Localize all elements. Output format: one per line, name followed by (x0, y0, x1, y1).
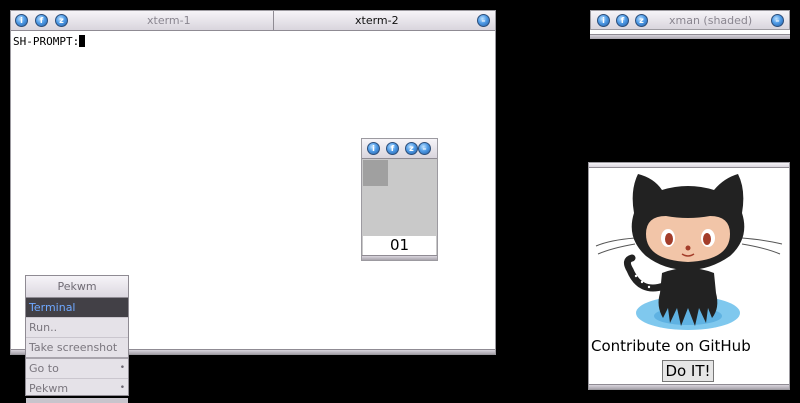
counter-value: 01 (363, 236, 436, 255)
github-caption: Contribute on GitHub (591, 337, 751, 355)
xman-bottom-border[interactable] (590, 34, 790, 39)
terminal-prompt[interactable]: SH-PROMPT: (13, 35, 86, 48)
menu-item-label: Go to (29, 362, 59, 375)
submenu-arrow-icon: • (119, 383, 125, 393)
xman-window[interactable]: i f z xman (shaded) – (590, 10, 790, 39)
iconify-icon[interactable]: i (15, 14, 28, 27)
menu-item-terminal[interactable]: Terminal (26, 298, 128, 318)
github-bottom-border[interactable] (589, 384, 789, 389)
small-titlebar[interactable]: i f z – (362, 139, 437, 159)
menu-title: Pekwm (26, 276, 128, 298)
shade-icon[interactable]: – (477, 14, 490, 27)
xman-titlebar[interactable]: i f z xman (shaded) – (590, 10, 790, 30)
close-icon[interactable]: z (635, 14, 648, 27)
pekwm-menu[interactable]: Pekwm Terminal Run.. Take screenshot Go … (25, 275, 129, 403)
submenu-arrow-icon: • (119, 363, 125, 373)
gray-square (363, 160, 388, 186)
maximize-icon[interactable]: f (616, 14, 629, 27)
shade-icon[interactable]: – (771, 14, 784, 27)
xman-title: xman (shaded) (669, 14, 753, 27)
menu-item-label: Pekwm (29, 382, 69, 395)
menu-item-label: Terminal (29, 301, 76, 314)
tab-divider (273, 11, 274, 31)
octocat-image (595, 174, 783, 330)
maximize-icon[interactable]: f (386, 142, 399, 155)
menu-item-label: Run.. (29, 321, 58, 334)
small-window[interactable]: i f z – 01 (361, 138, 438, 261)
xterm-titlebar[interactable]: i f z xterm-1 xterm-2 – (11, 11, 495, 31)
github-window[interactable]: Contribute on GitHub Do IT! (588, 162, 790, 390)
do-it-button[interactable]: Do IT! (662, 360, 714, 382)
menu-item-go-to[interactable]: Go to • (26, 359, 128, 379)
iconify-icon[interactable]: i (597, 14, 610, 27)
shade-icon[interactable]: – (418, 142, 431, 155)
prompt-text: SH-PROMPT: (13, 35, 80, 48)
tab-xterm-2[interactable]: xterm-2 (355, 11, 399, 31)
iconify-icon[interactable]: i (367, 142, 380, 155)
tab-xterm-1[interactable]: xterm-1 (147, 11, 191, 31)
menu-item-take-screenshot[interactable]: Take screenshot (26, 338, 128, 359)
maximize-icon[interactable]: f (35, 14, 48, 27)
small-bottom-border[interactable] (362, 255, 437, 260)
menu-item-run[interactable]: Run.. (26, 318, 128, 338)
close-icon[interactable]: z (405, 142, 418, 155)
menu-item-label: Take screenshot (29, 341, 118, 354)
text-cursor (79, 35, 86, 47)
close-icon[interactable]: z (55, 14, 68, 27)
menu-item-pekwm[interactable]: Pekwm • (26, 379, 128, 399)
